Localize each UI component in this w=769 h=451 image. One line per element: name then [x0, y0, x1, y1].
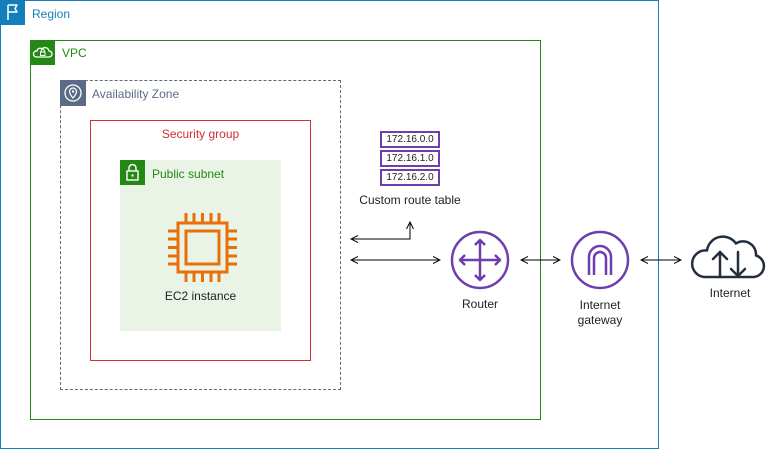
route-table-arrow: [351, 222, 410, 239]
connector-arrows: [0, 0, 769, 451]
internet-label: Internet: [709, 286, 751, 300]
gateway-icon: [570, 230, 630, 290]
cloud-updown-icon: [690, 228, 768, 280]
router-icon: [450, 230, 510, 290]
internet-gateway-label: Internet gateway: [577, 298, 623, 327]
router-label: Router: [461, 297, 499, 311]
